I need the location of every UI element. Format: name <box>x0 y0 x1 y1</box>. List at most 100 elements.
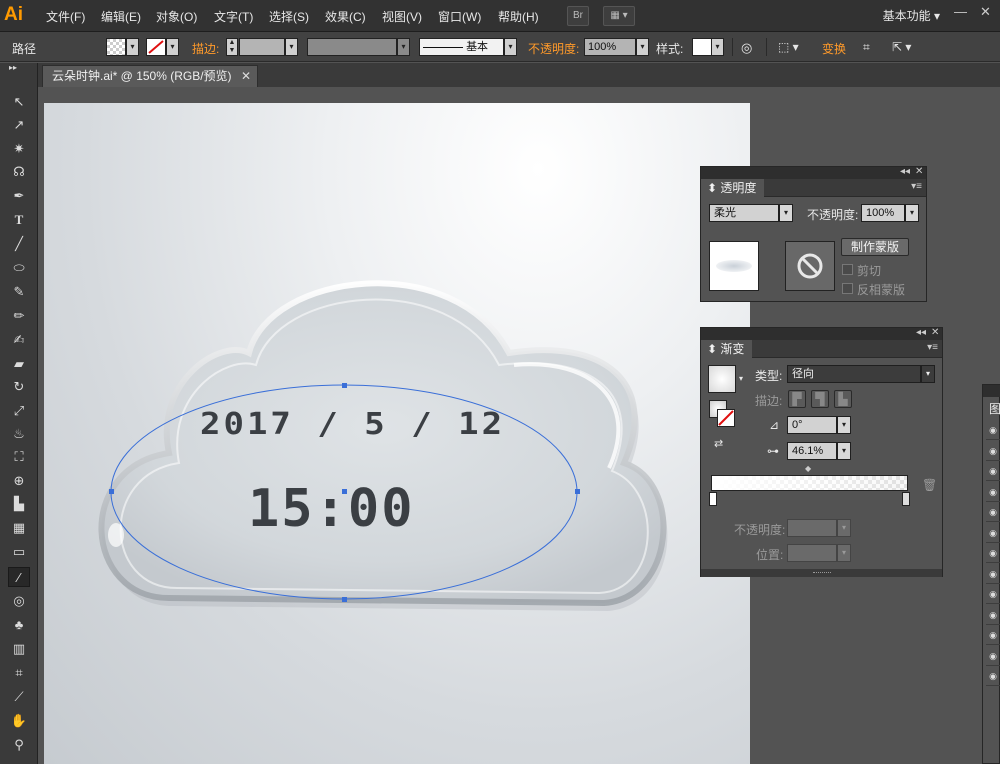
visibility-eye-icon[interactable]: ◉ <box>986 462 1000 481</box>
free-transform-tool-icon[interactable]: ⛶ <box>8 447 30 467</box>
symbol-sprayer-tool-icon[interactable]: ♣ <box>8 615 30 635</box>
tab-transparency[interactable]: ⬍ 透明度 <box>701 179 765 197</box>
menu-effect[interactable]: 效果(C) <box>325 8 366 25</box>
stop-opacity-field[interactable] <box>787 519 837 537</box>
graphic-style-swatch[interactable] <box>692 38 712 56</box>
lasso-tool-icon[interactable]: ☊ <box>8 162 30 182</box>
direct-selection-tool-icon[interactable]: ↗ <box>8 115 30 135</box>
visibility-eye-icon[interactable]: ◉ <box>986 544 1000 563</box>
close-panel-icon[interactable]: ✕ <box>915 166 923 177</box>
close-window-icon[interactable]: ✕ <box>980 4 991 20</box>
gradient-swatch-dropdown-icon[interactable]: ▾ <box>739 374 743 383</box>
line-tool-icon[interactable]: ╱ <box>8 234 30 254</box>
trash-icon[interactable]: 🗑 <box>922 478 937 492</box>
layers-tab-label[interactable]: 图 <box>989 400 1000 417</box>
eraser-tool-icon[interactable]: ▰ <box>8 354 30 374</box>
paintbrush-tool-icon[interactable]: ✎ <box>8 282 30 302</box>
column-graph-tool-icon[interactable]: ▥ <box>8 639 30 659</box>
menu-file[interactable]: 文件(F) <box>46 8 85 25</box>
menu-object[interactable]: 对象(O) <box>156 8 197 25</box>
type-tool-icon[interactable]: T <box>8 210 30 230</box>
tab-gradient[interactable]: ⬍ 渐变 <box>701 340 753 358</box>
visibility-eye-icon[interactable]: ◉ <box>986 421 1000 440</box>
eyedropper-tool-icon[interactable]: ⁄ <box>8 567 30 587</box>
recolor-icon[interactable]: ◎ <box>741 40 752 56</box>
stroke-weight-dropdown[interactable]: ▾ <box>285 38 298 56</box>
gradient-tool-icon[interactable]: ▭ <box>8 542 30 562</box>
gradient-type-select[interactable]: 径向 <box>787 365 921 383</box>
stroke-weight-field[interactable] <box>239 38 285 56</box>
stroke-gradient-across-button[interactable]: ▙ <box>834 390 852 408</box>
ellipse-tool-icon[interactable]: ⬭ <box>8 258 30 278</box>
scale-tool-icon[interactable]: ⤢ <box>8 401 30 421</box>
blend-tool-icon[interactable]: ◎ <box>8 591 30 611</box>
document-tab[interactable]: 云朵时钟.ai* @ 150% (RGB/预览) ✕ <box>42 65 258 87</box>
gradient-type-dropdown[interactable]: ▾ <box>921 365 935 383</box>
stroke-swatch[interactable] <box>146 38 166 56</box>
stroke-style-field[interactable]: 基本 <box>419 38 504 56</box>
menu-view[interactable]: 视图(V) <box>382 8 422 25</box>
artboard-tool-icon[interactable]: ⌗ <box>8 663 30 683</box>
make-mask-button[interactable]: 制作蒙版 <box>841 238 909 256</box>
transform-label[interactable]: 变换 <box>822 40 846 57</box>
blend-mode-dropdown[interactable]: ▾ <box>779 204 793 222</box>
selection-tool-icon[interactable]: ↖ <box>8 92 30 112</box>
aspect-ratio-field[interactable]: 46.1% <box>787 442 837 460</box>
angle-dropdown[interactable]: ▾ <box>837 416 851 434</box>
opacity-field[interactable]: 100% <box>861 204 905 222</box>
visibility-eye-icon[interactable]: ◉ <box>986 606 1000 625</box>
clip-checkbox[interactable] <box>842 264 853 275</box>
pencil-tool-icon[interactable]: ✏ <box>8 306 30 326</box>
zoom-tool-icon[interactable]: ⚲ <box>8 735 30 755</box>
panel-menu-icon[interactable]: ▾≡ <box>927 342 938 353</box>
collapse-panel-icon[interactable]: ▸▸ <box>2 63 24 75</box>
stroke-dropdown[interactable]: ▾ <box>166 38 179 56</box>
stop-position-field[interactable] <box>787 544 837 562</box>
isolate-icon[interactable]: ⌗ <box>863 40 870 55</box>
workspace-switcher[interactable]: 基本功能 ▾ <box>883 7 940 24</box>
shape-builder-tool-icon[interactable]: ⊕ <box>8 471 30 491</box>
blob-brush-tool-icon[interactable]: ✍ <box>8 330 30 350</box>
object-thumbnail[interactable] <box>709 241 759 291</box>
visibility-eye-icon[interactable]: ◉ <box>986 483 1000 502</box>
panel-resize-grip[interactable] <box>701 569 942 577</box>
menu-help[interactable]: 帮助(H) <box>498 8 539 25</box>
gradient-stop-right[interactable] <box>902 492 910 506</box>
variable-width-field[interactable] <box>307 38 397 56</box>
arrange-documents-button[interactable]: ▦ ▾ <box>603 6 635 26</box>
visibility-eye-icon[interactable]: ◉ <box>986 503 1000 522</box>
gradient-slider[interactable] <box>711 475 908 491</box>
opacity-dropdown[interactable]: ▾ <box>636 38 649 56</box>
stop-position-dropdown[interactable]: ▾ <box>837 544 851 562</box>
stroke-style-dropdown[interactable]: ▾ <box>504 38 517 56</box>
visibility-eye-icon[interactable]: ◉ <box>986 565 1000 584</box>
gradient-stop-left[interactable] <box>709 492 717 506</box>
opacity-label[interactable]: 不透明度: <box>528 40 579 57</box>
stroke-weight-stepper[interactable]: ▲ ▼ <box>226 38 238 56</box>
collapse-icon[interactable]: ◂◂ <box>900 166 910 177</box>
aspect-ratio-dropdown[interactable]: ▾ <box>837 442 851 460</box>
visibility-eye-icon[interactable]: ◉ <box>986 626 1000 645</box>
warp-tool-icon[interactable]: ♨ <box>8 424 30 444</box>
menu-type[interactable]: 文字(T) <box>214 8 253 25</box>
blend-mode-select[interactable]: 柔光 <box>709 204 779 222</box>
stroke-gradient-along-button[interactable]: ▜ <box>811 390 829 408</box>
pen-tool-icon[interactable]: ✒ <box>8 186 30 206</box>
panel-options-icon[interactable]: ⇱ ▾ <box>892 40 911 54</box>
stop-opacity-dropdown[interactable]: ▾ <box>837 519 851 537</box>
bridge-button[interactable]: Br <box>567 6 589 26</box>
mask-thumbnail[interactable] <box>785 241 835 291</box>
opacity-field[interactable]: 100% <box>584 38 636 56</box>
fill-swatch[interactable] <box>106 38 126 56</box>
panel-menu-icon[interactable]: ▾≡ <box>911 181 922 192</box>
rotate-tool-icon[interactable]: ↻ <box>8 377 30 397</box>
graphic-style-dropdown[interactable]: ▾ <box>711 38 724 56</box>
close-panel-icon[interactable]: ✕ <box>931 327 939 338</box>
slice-tool-icon[interactable]: ⟋ <box>8 687 30 707</box>
menu-select[interactable]: 选择(S) <box>269 8 309 25</box>
opacity-dropdown[interactable]: ▾ <box>905 204 919 222</box>
visibility-eye-icon[interactable]: ◉ <box>986 524 1000 543</box>
perspective-grid-tool-icon[interactable]: ▙ <box>8 494 30 514</box>
visibility-eye-icon[interactable]: ◉ <box>986 585 1000 604</box>
stroke-label[interactable]: 描边: <box>192 40 219 57</box>
